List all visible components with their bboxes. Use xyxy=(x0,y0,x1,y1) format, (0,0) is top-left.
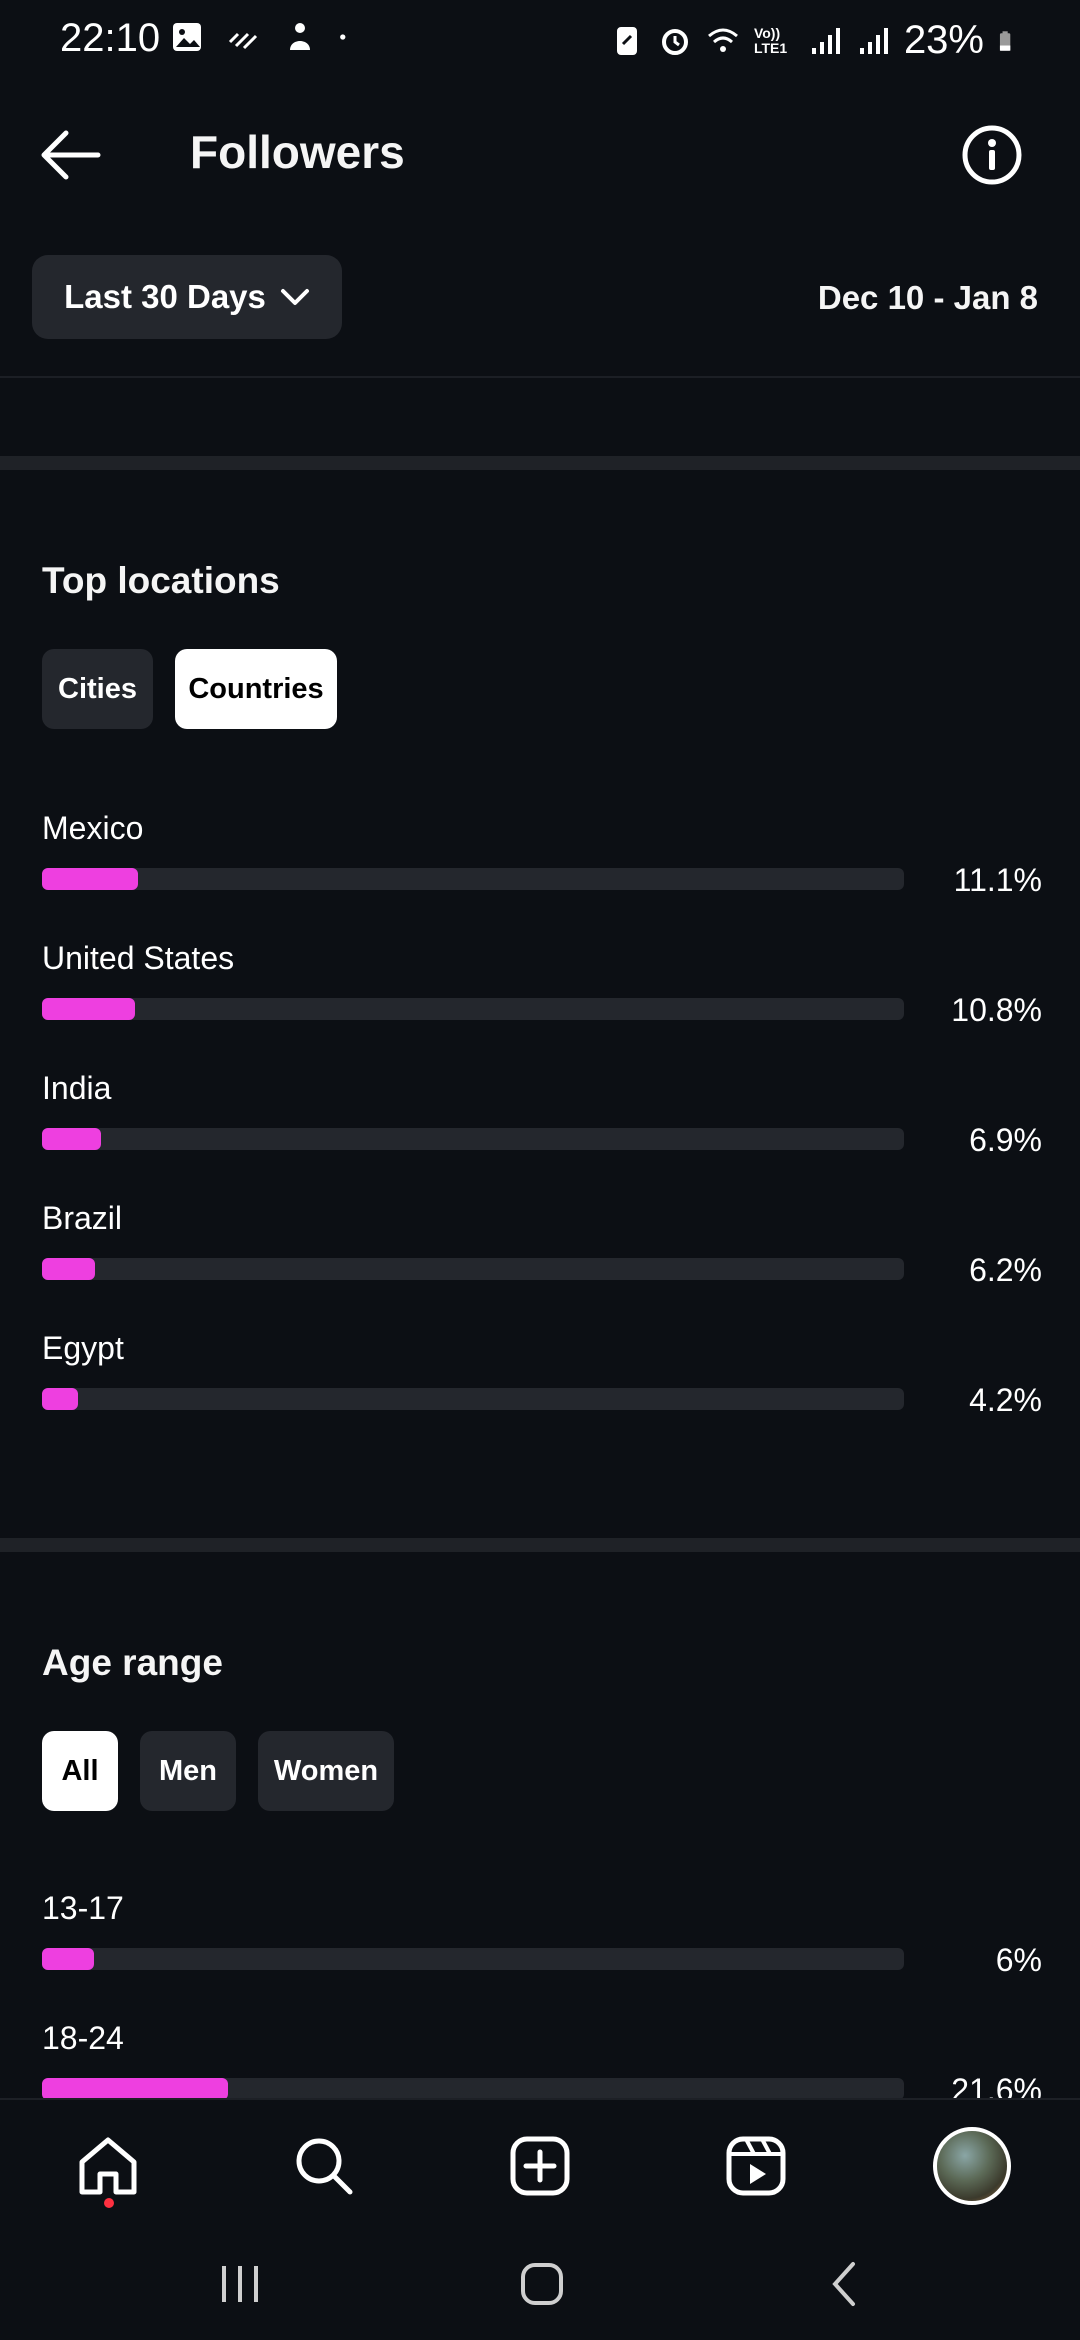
date-span: Dec 10 - Jan 8 xyxy=(817,279,1038,316)
gallery-notification-icon xyxy=(173,23,201,51)
age-percent: 6% xyxy=(995,1942,1042,1978)
location-percent: 10.8% xyxy=(951,992,1042,1028)
notification-dot xyxy=(104,2198,114,2208)
system-back-icon[interactable] xyxy=(815,2254,875,2314)
bar-fill xyxy=(42,998,136,1020)
cell-signal-icon xyxy=(811,27,840,54)
top-locations-title: Top locations xyxy=(42,560,280,601)
location-percent: 4.2% xyxy=(969,1382,1042,1418)
info-icon[interactable] xyxy=(960,123,1024,187)
bar-fill xyxy=(42,868,138,890)
lte-label: Vo)) LTE1 xyxy=(753,24,788,56)
location-label: Egypt xyxy=(42,1330,124,1366)
home-button-icon[interactable] xyxy=(512,2254,572,2314)
location-tabs: Cities Countries xyxy=(42,649,337,729)
alarm-icon xyxy=(661,28,688,55)
followers-insights-screen: 22:10 Vo)) LTE1 23% Followers Last 30 Da… xyxy=(0,0,1080,2340)
more-notifications-dot-icon xyxy=(340,34,346,40)
search-icon xyxy=(296,2138,353,2195)
bar-track xyxy=(42,1388,904,1410)
status-time: 22:10 xyxy=(60,16,161,60)
date-range-dropdown[interactable]: Last 30 Days xyxy=(32,255,342,339)
location-label: United States xyxy=(42,940,235,976)
chevron-down-icon xyxy=(280,289,309,305)
reels-icon xyxy=(726,2136,786,2196)
system-navigation-bar xyxy=(0,2228,1080,2340)
tab-all[interactable]: All xyxy=(42,1731,118,1811)
age-tabs: All Men Women xyxy=(42,1731,394,1811)
age-range-title: Age range xyxy=(42,1642,223,1683)
bar-track xyxy=(42,998,904,1020)
age-label: 13-17 xyxy=(42,1890,124,1926)
date-range-label: Last 30 Days xyxy=(64,278,266,315)
tab-countries[interactable]: Countries xyxy=(175,649,337,729)
battery-saver-icon xyxy=(616,26,637,55)
bar-track xyxy=(42,2078,904,2100)
tab-women[interactable]: Women xyxy=(258,1731,394,1811)
location-row: United States 10.8% xyxy=(42,940,1042,1070)
page-title: Followers xyxy=(190,126,405,178)
age-label: 18-24 xyxy=(42,2020,124,2056)
cell-signal-2-icon xyxy=(859,27,888,54)
app-header: Followers xyxy=(0,105,1080,205)
battery-percent: 23% xyxy=(903,18,984,62)
bar-fill xyxy=(42,1388,79,1410)
signal-activity-icon xyxy=(228,32,258,50)
location-label: Brazil xyxy=(42,1200,123,1236)
age-row: 13-17 6% xyxy=(42,1890,1042,2020)
nav-reels[interactable] xyxy=(716,2126,796,2206)
location-label: India xyxy=(42,1070,112,1106)
bar-track xyxy=(42,1948,904,1970)
location-percent: 6.9% xyxy=(969,1122,1042,1158)
bar-fill xyxy=(42,1128,102,1150)
divider xyxy=(0,376,1080,378)
location-label: Mexico xyxy=(42,810,144,846)
nav-search[interactable] xyxy=(284,2126,364,2206)
bar-track xyxy=(42,1258,904,1280)
tab-men[interactable]: Men xyxy=(140,1731,236,1811)
location-percent: 11.1% xyxy=(953,862,1042,898)
character-notification-icon xyxy=(290,23,310,50)
date-filter-row: Last 30 Days Dec 10 - Jan 8 xyxy=(0,255,1080,341)
tab-cities[interactable]: Cities xyxy=(42,649,153,729)
section-divider xyxy=(0,1538,1080,1552)
nav-home[interactable] xyxy=(68,2126,148,2206)
bar-fill xyxy=(42,1948,94,1970)
battery-icon xyxy=(999,30,1011,51)
back-arrow-icon[interactable] xyxy=(36,123,108,187)
bar-fill xyxy=(42,2078,229,2100)
home-icon xyxy=(79,2137,137,2195)
nav-create[interactable] xyxy=(500,2126,580,2206)
section-divider xyxy=(0,456,1080,470)
location-percent: 6.2% xyxy=(969,1252,1042,1288)
status-bar: 22:10 Vo)) LTE1 23% xyxy=(0,0,1080,80)
recent-apps-icon[interactable] xyxy=(210,2254,270,2314)
location-row: Egypt 4.2% xyxy=(42,1330,1042,1460)
location-row: Mexico 11.1% xyxy=(42,810,1042,940)
location-row: Brazil 6.2% xyxy=(42,1200,1042,1330)
bar-track xyxy=(42,868,904,890)
bar-fill xyxy=(42,1258,96,1280)
bottom-navigation xyxy=(0,2098,1080,2228)
profile-avatar xyxy=(933,2127,1011,2205)
wifi-icon xyxy=(707,28,738,52)
location-row: India 6.9% xyxy=(42,1070,1042,1200)
create-icon xyxy=(510,2136,570,2196)
bar-track xyxy=(42,1128,904,1150)
nav-profile[interactable] xyxy=(932,2126,1012,2206)
